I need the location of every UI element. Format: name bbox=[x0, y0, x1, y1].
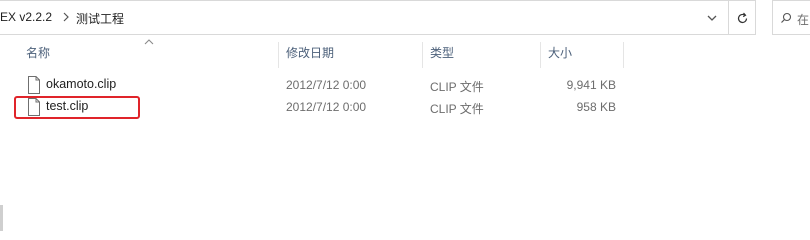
file-icon bbox=[28, 76, 40, 94]
breadcrumb-current[interactable]: 测试工程 bbox=[76, 10, 124, 27]
column-header-row: 名称 修改日期 类型 大小 bbox=[0, 44, 810, 66]
highlight-annotation bbox=[14, 96, 140, 119]
file-date: 2012/7/12 0:00 bbox=[286, 78, 367, 92]
column-divider[interactable] bbox=[422, 42, 423, 68]
column-header-date[interactable]: 修改日期 bbox=[286, 44, 334, 61]
refresh-button[interactable] bbox=[728, 0, 756, 35]
chevron-right-icon[interactable] bbox=[62, 12, 70, 22]
address-bar[interactable]: EX v2.2.2 测试工程 bbox=[0, 0, 729, 35]
scrollbar-edge[interactable] bbox=[0, 205, 3, 231]
column-header-size[interactable]: 大小 bbox=[548, 44, 572, 61]
file-type: CLIP 文件 bbox=[430, 80, 484, 94]
file-row[interactable]: okamoto.clip 2012/7/12 0:00 CLIP 文件 9,94… bbox=[0, 75, 810, 95]
column-divider[interactable] bbox=[623, 42, 624, 68]
search-placeholder: 在 测 bbox=[797, 13, 810, 27]
file-type: CLIP 文件 bbox=[430, 102, 484, 116]
refresh-icon bbox=[737, 12, 748, 24]
column-divider[interactable] bbox=[540, 42, 541, 68]
file-date: 2012/7/12 0:00 bbox=[286, 100, 367, 114]
chevron-down-icon[interactable] bbox=[700, 6, 724, 30]
search-box[interactable]: 在 测 bbox=[772, 0, 810, 35]
breadcrumb-parent[interactable]: EX v2.2.2 bbox=[0, 10, 52, 24]
file-name[interactable]: okamoto.clip bbox=[46, 77, 116, 91]
file-size: 958 KB bbox=[576, 100, 616, 114]
column-header-name[interactable]: 名称 bbox=[26, 44, 50, 61]
column-header-type[interactable]: 类型 bbox=[430, 44, 454, 61]
search-icon bbox=[781, 12, 792, 23]
file-size: 9,941 KB bbox=[566, 78, 616, 92]
column-divider[interactable] bbox=[278, 42, 279, 68]
